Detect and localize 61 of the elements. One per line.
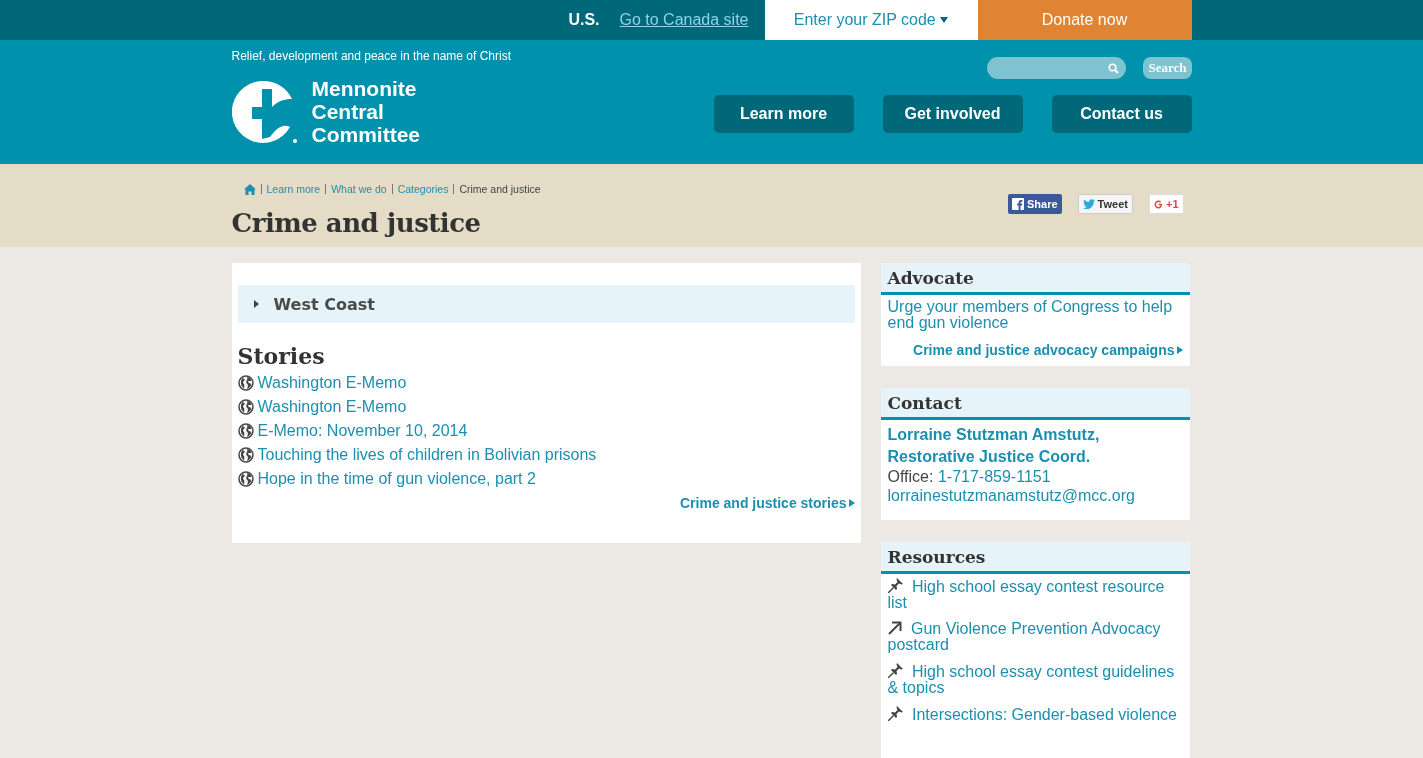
pushpin-icon — [887, 578, 903, 593]
office-label: Office: — [887, 468, 934, 485]
search-field[interactable] — [987, 57, 1127, 79]
bird-icon — [1082, 199, 1095, 209]
breadcrumb-link[interactable]: What we do — [331, 183, 387, 195]
logo-icon[interactable] — [231, 78, 298, 145]
country-label: U.S. — [568, 11, 600, 29]
resource-link[interactable]: Intersections: Gender-based violence — [887, 706, 1183, 723]
resource-link[interactable]: High school essay contest resource list — [887, 578, 1183, 611]
page-title: Crime and justice — [231, 208, 482, 238]
advocate-link[interactable]: Urge your members of Congress to help end gun violence — [887, 299, 1183, 331]
globe-icon — [237, 447, 254, 463]
more-link[interactable]: Crime and justice advocacy campaigns — [913, 342, 1175, 358]
search-button[interactable]: Search — [1143, 57, 1192, 79]
google-plus-icon — [1153, 198, 1163, 210]
phone-link[interactable]: 1-717-859-1151 — [937, 468, 1051, 485]
resource-link[interactable]: Gun Violence Prevention Advocacy postcard — [887, 621, 1183, 653]
section-heading: Stories — [237, 343, 326, 369]
pushpin-icon — [887, 706, 903, 721]
contact-name: Lorraine Stutzman Amstutz, — [887, 425, 1101, 445]
globe-icon — [237, 375, 254, 391]
story-link[interactable]: Hope in the time of gun violence, part 2 — [257, 470, 536, 488]
tagline: Relief, development and peace in the name of Christ — [231, 49, 511, 63]
diagonal-arrow-icon — [887, 621, 902, 635]
card-heading: Resources — [880, 542, 1190, 574]
breadcrumb-link[interactable]: Categories — [397, 183, 449, 195]
globe-icon — [237, 471, 254, 487]
facebook-icon — [1012, 198, 1024, 210]
breadcrumb-link[interactable]: Learn more — [266, 183, 321, 195]
more-link[interactable]: Crime and justice stories — [680, 495, 847, 511]
nav-button[interactable]: Learn more — [713, 95, 854, 133]
story-link[interactable]: Washington E-Memo — [257, 374, 407, 392]
canada-site-link[interactable]: Go to Canada site — [619, 11, 749, 29]
nav-button[interactable]: Get involved — [882, 95, 1023, 133]
arrow-icon — [1176, 346, 1183, 354]
pushpin-icon — [887, 663, 903, 678]
logo-text[interactable]: Central — [311, 100, 421, 123]
story-link[interactable]: Touching the lives of children in Bolivian prisons — [257, 446, 597, 464]
breadcrumb-current: Crime and justice — [459, 183, 541, 195]
globe-icon — [237, 399, 254, 415]
arrow-icon — [848, 499, 855, 507]
share-button[interactable]: +1 — [1148, 194, 1184, 214]
email-link[interactable]: lorrainestutzmanamstutz@mcc.org — [887, 488, 1183, 504]
accordion-header[interactable]: West Coast — [237, 285, 855, 323]
story-link[interactable]: Washington E-Memo — [257, 398, 407, 416]
zip-code-dropdown[interactable]: Enter your ZIP code — [764, 0, 978, 40]
globe-icon — [237, 423, 254, 439]
search-icon — [1108, 63, 1120, 74]
logo-text[interactable]: Mennonite — [311, 77, 421, 100]
card-heading: Advocate — [880, 263, 1190, 295]
contact-role: Restorative Justice Coord. — [887, 447, 1092, 467]
card-heading: Contact — [880, 388, 1190, 420]
logo-text[interactable]: Committee — [311, 123, 421, 146]
nav-button[interactable]: Contact us — [1051, 95, 1192, 133]
story-link[interactable]: E-Memo: November 10, 2014 — [257, 422, 468, 440]
share-button[interactable]: Tweet — [1077, 194, 1133, 214]
home-icon[interactable] — [243, 183, 256, 195]
resource-link[interactable]: High school essay contest guidelines & topics — [887, 663, 1183, 696]
caret-icon — [940, 17, 949, 23]
donate-button[interactable]: Donate now — [977, 0, 1192, 40]
share-button[interactable]: Share — [1008, 194, 1062, 214]
